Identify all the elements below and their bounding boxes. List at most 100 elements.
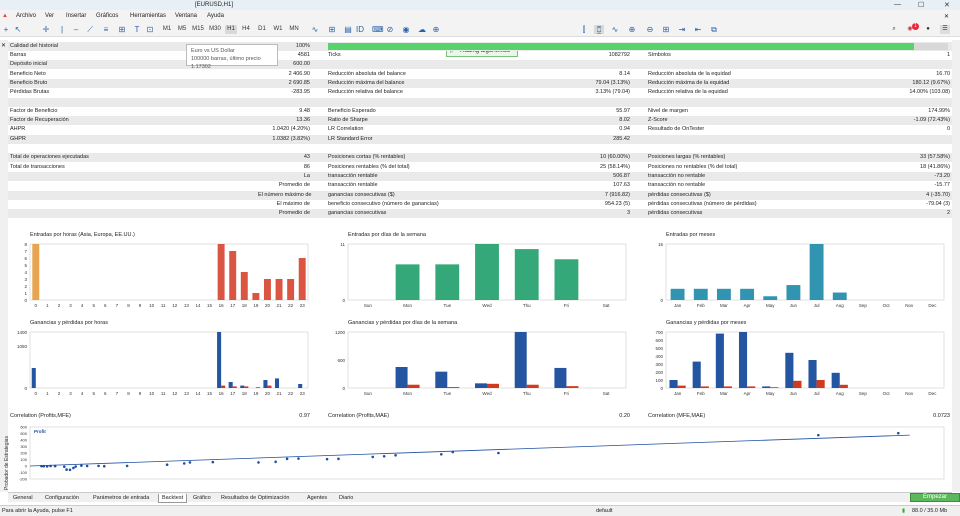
tab-gráfico[interactable]: Gráfico — [190, 494, 214, 502]
timeframe-m30[interactable]: M30 — [208, 25, 222, 34]
horizontal-line-icon[interactable]: – — [72, 25, 80, 34]
stat-value: La — [303, 172, 310, 179]
minimize-icon[interactable]: — — [894, 1, 901, 8]
tile-windows-icon[interactable]: ⊞ — [662, 25, 670, 34]
text-icon[interactable]: T — [133, 25, 141, 34]
scroll-icon[interactable]: ⇥ — [678, 25, 686, 34]
menu-help[interactable]: Ayuda — [207, 13, 224, 19]
menu-file[interactable]: Archivo — [16, 13, 36, 19]
indicators-icon[interactable]: ⊞ — [328, 25, 336, 34]
bar — [232, 386, 237, 388]
timeframe-m15[interactable]: M15 — [191, 25, 205, 34]
menu-charts[interactable]: Gráficos — [96, 13, 118, 19]
x-tick-label: Sep — [859, 303, 868, 308]
scatter-svg: -200 -1000 100200 300400 500600 Profit — [19, 425, 945, 482]
vps-icon[interactable]: ⊕ — [432, 25, 440, 34]
new-chart-icon[interactable]: + — [2, 25, 10, 34]
y-tick-label: 1400 — [17, 330, 28, 335]
y-tick-label: 0 — [660, 386, 663, 391]
symbol-tooltip: Euro vs US Dollar 100000 barras, último … — [186, 44, 278, 70]
vertical-line-icon[interactable]: | — [58, 25, 66, 34]
tab-configuración[interactable]: Configuración — [42, 494, 82, 502]
crosshair-icon[interactable]: ✛ — [42, 25, 50, 34]
stat-value: -1.09 (72.43%) — [913, 117, 950, 124]
stat-value: 55.97 — [616, 107, 630, 114]
scatter-point — [68, 468, 72, 472]
tab-agentes[interactable]: Agentes — [304, 494, 330, 502]
x-tick-label: Mar — [720, 391, 728, 396]
search-icon[interactable]: ⌕ — [890, 25, 898, 34]
right-scrollbar[interactable] — [952, 40, 960, 492]
arrow-cursor-icon[interactable]: ↖ — [14, 25, 22, 34]
close-window-icon[interactable]: ✕ — [944, 13, 949, 20]
code-icon[interactable]: ⌨ — [372, 25, 384, 34]
bar — [670, 288, 685, 300]
y-tick-label: 11 — [340, 242, 345, 247]
templates-icon[interactable]: ▤ — [344, 25, 352, 34]
shapes-icon[interactable]: ⊡ — [146, 25, 154, 34]
timeframe-h4[interactable]: H4 — [240, 25, 252, 34]
x-tick-label: 7 — [116, 391, 119, 396]
x-tick-label: Jul — [814, 391, 820, 396]
x-tick-label: May — [766, 303, 775, 308]
menu-window[interactable]: Ventana — [175, 13, 197, 19]
trendline-icon[interactable]: ⟋ — [86, 25, 94, 34]
line-chart-icon[interactable]: ∿ — [610, 25, 620, 34]
x-tick-label: 6 — [104, 303, 107, 308]
timeframe-m5[interactable]: M5 — [176, 25, 188, 34]
close-icon[interactable]: ✕ — [944, 1, 950, 9]
fibonacci-icon[interactable]: ⊞ — [118, 25, 126, 34]
cloud-icon[interactable]: ☁ — [418, 25, 426, 34]
start-button[interactable]: Empezar — [910, 493, 960, 502]
bar — [475, 383, 487, 388]
x-tick-label: 1 — [46, 391, 49, 396]
x-tick-label: Wed — [482, 303, 492, 308]
ide-icon[interactable]: ID — [356, 25, 364, 34]
tab-parámetros-de-entrada[interactable]: Parámetros de entrada — [90, 494, 152, 502]
menu-view[interactable]: Ver — [45, 13, 54, 19]
timeframe-h1[interactable]: H1 — [225, 25, 237, 34]
stat-label: transacción rentable — [328, 182, 378, 189]
bar — [229, 251, 237, 300]
scatter-point — [182, 462, 186, 465]
scatter-point — [274, 460, 277, 464]
tab-general[interactable]: General — [10, 494, 36, 502]
tab-diario[interactable]: Diario — [336, 494, 356, 502]
timeframe-w1[interactable]: W1 — [272, 25, 284, 34]
menu-insert[interactable]: Insertar — [66, 13, 86, 19]
bar-chart: Ganancias y pérdidas por horas 0 1050 1400 0… — [8, 320, 314, 398]
stat-label: pérdidas consecutivas — [648, 210, 703, 217]
tab-backtest[interactable]: Backtest — [158, 494, 188, 503]
bar — [395, 367, 408, 388]
scatter-point — [257, 461, 260, 464]
bar — [217, 332, 222, 388]
tab-resultados-de-optimización[interactable]: Resultados de Optimización — [218, 494, 292, 502]
timeframe-d1[interactable]: D1 — [256, 25, 268, 34]
market-icon[interactable]: ⊘ — [386, 25, 394, 34]
bar-chart-icon[interactable]: ⫿ — [580, 25, 588, 34]
chart-type-icon[interactable]: ∿ — [308, 25, 322, 34]
chat-icon[interactable]: ☰ — [940, 25, 950, 34]
timeframe-m1[interactable]: M1 — [161, 25, 173, 34]
channel-icon[interactable]: ≡ — [102, 25, 110, 34]
y-tick-label: 100 — [20, 457, 27, 462]
x-tick-label: Thu — [523, 303, 531, 308]
timeframe-mn[interactable]: MN — [288, 25, 300, 34]
maximize-icon[interactable]: ☐ — [918, 1, 924, 9]
close-panel-icon[interactable]: ✕ — [1, 42, 6, 49]
x-tick-label: Jun — [790, 303, 798, 308]
scatter-point — [371, 455, 375, 459]
menu-tools[interactable]: Herramientas — [130, 13, 166, 19]
chart-svg: 0 15 Jan Feb Mar Apr May Jun Jul Aug Sep Oct Nov Dec — [658, 242, 945, 308]
app-logo-icon: ▲ — [2, 13, 8, 19]
autoscroll-icon[interactable]: ⇤ — [694, 25, 702, 34]
zoom-out-icon[interactable]: ⊖ — [646, 25, 654, 34]
y-tick-label: 500 — [655, 346, 663, 351]
user-avatar-icon[interactable]: ● — [924, 25, 932, 34]
x-tick-label: Oct — [883, 303, 891, 308]
signals-icon[interactable]: ◉ — [402, 25, 410, 34]
zoom-in-icon[interactable]: ⊕ — [628, 25, 636, 34]
x-tick-label: 0 — [35, 391, 38, 396]
screenshot-icon[interactable]: ⧉ — [710, 25, 718, 34]
candlestick-icon[interactable]: ⧮ — [594, 25, 604, 34]
